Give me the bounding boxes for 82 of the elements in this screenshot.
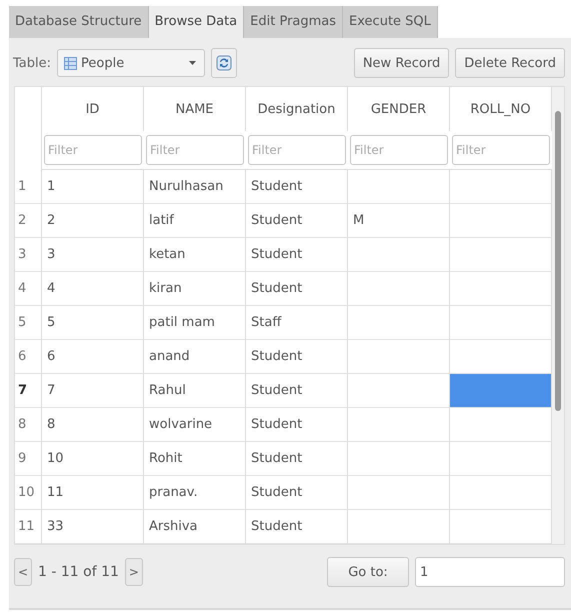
table-cell[interactable] — [450, 476, 552, 510]
table-cell[interactable] — [348, 272, 450, 306]
table-cell[interactable] — [348, 306, 450, 340]
table-cell[interactable]: 4 — [42, 272, 144, 306]
table-cell[interactable]: Student — [246, 340, 348, 374]
table-cell[interactable]: 8 — [42, 408, 144, 442]
column-header[interactable]: Designation — [246, 87, 348, 131]
table-cell[interactable] — [348, 170, 450, 204]
table-icon — [64, 56, 77, 70]
table-cell[interactable] — [450, 442, 552, 476]
next-page-button[interactable]: > — [124, 558, 143, 586]
go-to-field[interactable]: 1 — [415, 557, 565, 587]
table-cell[interactable] — [450, 306, 552, 340]
table-cell[interactable]: anand — [144, 340, 246, 374]
table-cell[interactable]: 2 — [42, 204, 144, 238]
table-cell[interactable] — [348, 238, 450, 272]
table-cell[interactable]: Student — [246, 374, 348, 408]
column-header[interactable]: ID — [42, 87, 144, 131]
record-range: 1 - 11 of 11 — [38, 564, 119, 580]
table-cell[interactable] — [450, 238, 552, 272]
filter-field[interactable]: Filter — [44, 135, 142, 165]
filter-field[interactable]: Filter — [350, 135, 448, 165]
table-cell[interactable]: 1 — [42, 170, 144, 204]
table-cell[interactable]: Rohit — [144, 442, 246, 476]
table-cell[interactable]: Student — [246, 170, 348, 204]
table-cell[interactable] — [450, 272, 552, 306]
tab[interactable]: Browse Data — [148, 6, 244, 38]
table-cell[interactable]: wolvarine — [144, 408, 246, 442]
scrollbar[interactable] — [552, 87, 564, 544]
refresh-icon — [216, 55, 232, 71]
refresh-button[interactable] — [211, 48, 237, 78]
table-cell[interactable]: 33 — [42, 510, 144, 544]
table-cell[interactable]: Student — [246, 510, 348, 544]
table-cell[interactable]: Rahul — [144, 374, 246, 408]
table-cell[interactable]: 10 — [42, 442, 144, 476]
table-cell[interactable] — [450, 340, 552, 374]
go-to-button[interactable]: Go to: — [327, 557, 409, 587]
table-cell[interactable] — [348, 510, 450, 544]
table-cell[interactable]: Student — [246, 272, 348, 306]
table-cell[interactable]: Student — [246, 476, 348, 510]
tab[interactable]: Execute SQL — [343, 6, 438, 38]
table-cell[interactable] — [348, 340, 450, 374]
table-cell[interactable]: 6 — [42, 340, 144, 374]
table-label: Table: — [13, 56, 51, 70]
table-cell[interactable]: 3 — [42, 238, 144, 272]
table-cell[interactable]: Student — [246, 238, 348, 272]
table-cell[interactable]: M — [348, 204, 450, 238]
table-cell[interactable]: kiran — [144, 272, 246, 306]
new-record-button[interactable]: New Record — [354, 48, 450, 78]
table-cell[interactable]: Student — [246, 204, 348, 238]
table-cell[interactable]: Arshiva — [144, 510, 246, 544]
table-cell[interactable] — [348, 476, 450, 510]
table-cell[interactable] — [348, 374, 450, 408]
delete-record-button[interactable]: Delete Record — [455, 48, 565, 78]
column-header[interactable]: GENDER — [348, 87, 450, 131]
table-cell[interactable]: 7 — [42, 374, 144, 408]
filter-field[interactable]: Filter — [452, 135, 550, 165]
table-cell[interactable] — [348, 408, 450, 442]
table-cell[interactable]: ketan — [144, 238, 246, 272]
table-cell[interactable] — [450, 408, 552, 442]
table-cell[interactable] — [450, 374, 552, 408]
table-cell[interactable]: pranav. — [144, 476, 246, 510]
filter-field[interactable]: Filter — [248, 135, 346, 165]
column-header[interactable]: NAME — [144, 87, 246, 131]
caret-icon — [189, 61, 196, 65]
table-cell[interactable]: 11 — [42, 476, 144, 510]
table-cell[interactable] — [450, 510, 552, 544]
tab[interactable]: Edit Pragmas — [244, 6, 344, 38]
table-cell[interactable]: Nurulhasan — [144, 170, 246, 204]
table-cell[interactable]: 5 — [42, 306, 144, 340]
table-select[interactable]: People — [57, 49, 205, 77]
table-cell[interactable]: Student — [246, 442, 348, 476]
table-cell[interactable] — [348, 442, 450, 476]
tab[interactable]: Database Structure — [9, 6, 149, 38]
table-cell[interactable]: Student — [246, 408, 348, 442]
filter-field[interactable]: Filter — [146, 135, 244, 165]
previous-page-button[interactable]: < — [14, 558, 32, 586]
table-cell[interactable] — [450, 204, 552, 238]
table-cell[interactable] — [450, 170, 552, 204]
table-cell[interactable]: Staff — [246, 306, 348, 340]
table-cell[interactable]: latif — [144, 204, 246, 238]
table-cell[interactable]: patil mam — [144, 306, 246, 340]
